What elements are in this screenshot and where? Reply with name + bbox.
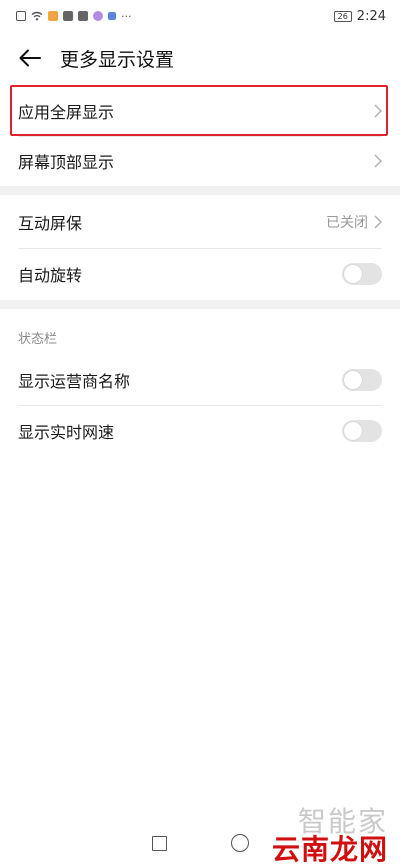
square-notification-icon — [78, 11, 88, 21]
page-title: 更多显示设置 — [60, 48, 175, 71]
auto-rotate-label: 自动旋转 — [18, 266, 83, 285]
photo-notification-icon — [63, 11, 73, 21]
toggle-knob — [344, 422, 362, 440]
home-button[interactable] — [230, 834, 249, 852]
toggle-knob — [344, 371, 362, 389]
app-notification-icon — [48, 11, 58, 21]
battery-icon: 26 — [333, 10, 352, 22]
interactive-screensaver-item[interactable]: 互动屏保 已关闭 — [18, 198, 382, 246]
back-button[interactable] — [0, 32, 60, 84]
divider — [18, 136, 382, 137]
status-bar-right: 26 2:24 — [333, 8, 386, 24]
show-carrier-name-toggle[interactable] — [342, 369, 382, 391]
more-dots-icon: ··· — [121, 9, 132, 23]
header: 更多显示设置 — [0, 32, 400, 84]
divider — [18, 405, 382, 406]
auto-rotate-item: 自动旋转 — [18, 250, 382, 298]
status-bar-left: ··· — [16, 10, 132, 23]
auto-rotate-toggle[interactable] — [342, 263, 382, 285]
show-network-speed-item: 显示实时网速 — [18, 408, 382, 454]
wifi-icon — [31, 11, 43, 21]
arrow-app-icon — [108, 12, 116, 20]
screen-top-display-item[interactable]: 屏幕顶部显示 — [18, 138, 382, 184]
alert-icon — [16, 11, 26, 21]
purple-app-icon — [93, 11, 103, 21]
show-carrier-name-label: 显示运营商名称 — [18, 372, 131, 391]
clock: 2:24 — [356, 8, 386, 24]
section-separator — [0, 186, 400, 195]
status-bar: ··· 26 2:24 — [0, 0, 400, 32]
show-network-speed-label: 显示实时网速 — [18, 423, 115, 442]
section-separator — [0, 300, 400, 309]
highlight-box — [10, 85, 388, 136]
divider — [18, 248, 382, 249]
chevron-right-icon — [374, 215, 382, 229]
recent-apps-button[interactable] — [151, 835, 167, 851]
interactive-screensaver-value: 已关闭 — [326, 215, 368, 231]
screen-top-display-label: 屏幕顶部显示 — [18, 153, 115, 172]
back-arrow-icon — [19, 49, 41, 67]
show-carrier-name-item: 显示运营商名称 — [18, 357, 382, 403]
show-network-speed-toggle[interactable] — [342, 420, 382, 442]
chevron-right-icon — [374, 154, 382, 168]
section-label-status-bar: 状态栏 — [18, 332, 58, 347]
toggle-knob — [344, 265, 362, 283]
interactive-screensaver-label: 互动屏保 — [18, 214, 83, 233]
watermark-site: 云南龙网 — [271, 833, 388, 866]
